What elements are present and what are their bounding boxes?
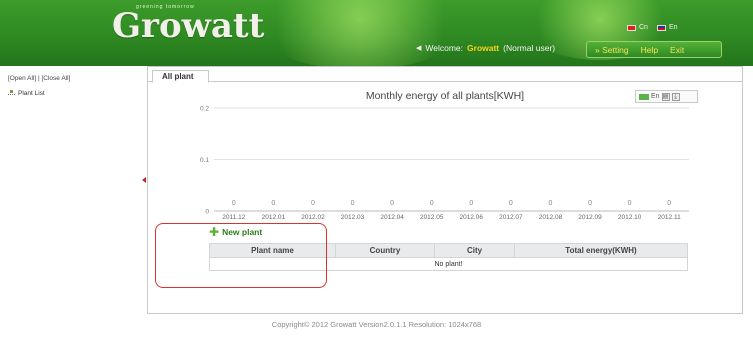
bar-value-label: 0 <box>232 200 236 207</box>
x-tick-label: 2011.12 <box>222 214 245 221</box>
y-tick-label: 0.2 <box>200 106 209 113</box>
lang-cn[interactable]: Cn <box>627 24 648 31</box>
monthly-energy-chart: 0 0.1 0.2 0 2011.12 0 2012.01 0 2012.02 0 2012.03 0… <box>200 106 689 221</box>
x-tick-label: 2012.11 <box>658 214 681 221</box>
y-tick-label: 0.1 <box>200 157 209 164</box>
user-role: (Normal user) <box>503 43 556 53</box>
x-tick-label: 2012.10 <box>618 214 642 221</box>
speaker-arrow-icon: ◀ <box>416 45 422 52</box>
y-tick-label: 0 <box>205 209 209 216</box>
help-menu-item[interactable]: Help <box>641 45 658 55</box>
bar-value-label: 0 <box>628 200 632 207</box>
collapse-sidebar-icon[interactable] <box>142 177 146 183</box>
bar-value-label: 0 <box>390 200 394 207</box>
welcome-label: Welcome: <box>425 43 464 53</box>
x-tick-label: 2012.06 <box>460 214 484 221</box>
bar-value-label: 0 <box>271 200 275 207</box>
col-city[interactable]: City <box>434 243 515 258</box>
x-tick-label: 2012.02 <box>301 214 325 221</box>
setting-menu-item[interactable]: » Setting <box>595 45 629 55</box>
exit-menu-item[interactable]: Exit <box>670 45 684 55</box>
bar-value-label: 0 <box>430 200 434 207</box>
bar-value-label: 0 <box>509 200 513 207</box>
highlight-annotation <box>155 223 327 288</box>
x-tick-label: 2012.04 <box>380 214 404 221</box>
lang-en-label: En <box>669 24 678 31</box>
bar-value-label: 0 <box>549 200 553 207</box>
uk-flag-icon <box>657 24 666 31</box>
tree-node-plant-list[interactable]: Plant List <box>8 90 45 97</box>
col-country[interactable]: Country <box>335 243 435 258</box>
china-flag-icon <box>627 24 636 31</box>
x-tick-label: 2012.05 <box>420 214 444 221</box>
x-tick-label: 2012.09 <box>578 214 602 221</box>
bar-value-label: 0 <box>588 200 592 207</box>
x-tick-label: 2012.01 <box>262 214 286 221</box>
username: Growatt <box>467 43 500 53</box>
growatt-logo: greening tomorrow Growatt <box>104 2 264 46</box>
app-header: greening tomorrow Growatt Cn En ◀ Welcom… <box>0 0 753 66</box>
open-close-all-links[interactable]: [Open All] | [Close All] <box>8 75 70 82</box>
tree-node-icon <box>8 90 15 97</box>
x-tick-label: 2012.07 <box>499 214 523 221</box>
logo-text: Growatt <box>112 6 265 46</box>
bar-value-label: 0 <box>351 200 355 207</box>
lang-cn-label: Cn <box>639 24 648 31</box>
top-menu: » Setting Help Exit <box>586 41 722 58</box>
welcome-bar: ◀ Welcome: Growatt (Normal user) <box>416 43 555 53</box>
footer-copyright: Copyright© 2012 Growatt Version2.0.1.1 R… <box>271 320 482 329</box>
x-tick-label: 2012.03 <box>341 214 365 221</box>
col-total-energy[interactable]: Total energy(KWH) <box>514 243 688 258</box>
bar-value-label: 0 <box>311 200 315 207</box>
bar-value-label: 0 <box>469 200 473 207</box>
header-glow <box>250 0 470 66</box>
x-tick-label: 2012.08 <box>539 214 563 221</box>
plant-tree-sidebar: [Open All] | [Close All] Plant List <box>0 66 147 339</box>
tab-bar: All plant <box>148 67 742 83</box>
bar-value-label: 0 <box>667 200 671 207</box>
lang-en[interactable]: En <box>657 24 678 31</box>
tree-node-label: Plant List <box>18 90 45 97</box>
